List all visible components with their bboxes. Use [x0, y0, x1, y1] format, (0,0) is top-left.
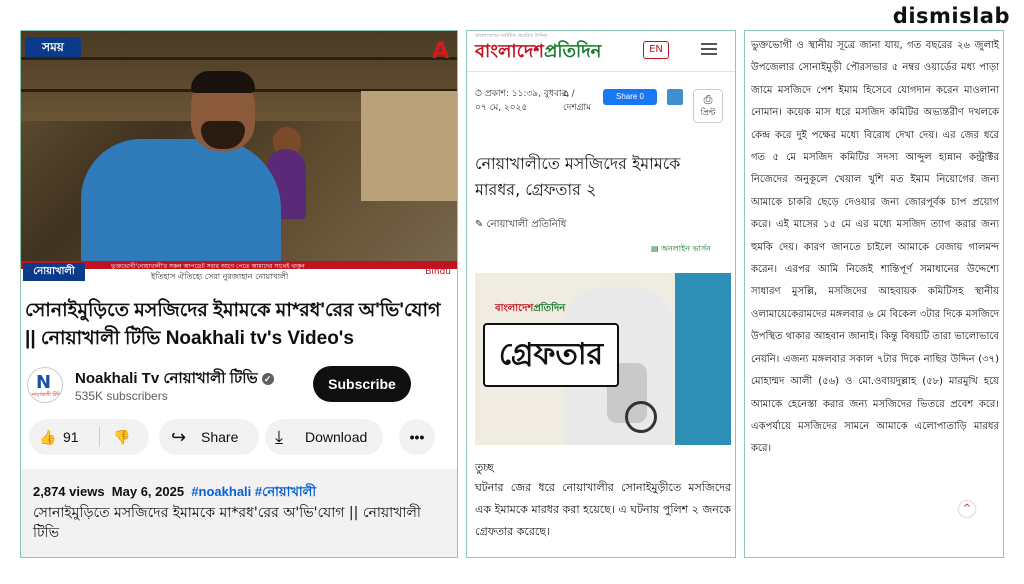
- download-button[interactable]: ⤓ Download: [265, 419, 383, 455]
- channel-avatar[interactable]: N নোয়াখালী টিভি: [27, 367, 63, 403]
- ticker-tag: নোয়াখালী টিভি: [23, 263, 85, 287]
- hamburger-menu-icon[interactable]: [701, 43, 717, 55]
- hashtags[interactable]: #noakhali #নোয়াখালী: [191, 484, 316, 499]
- video-description-box[interactable]: 2,874 views May 6, 2025 #noakhali #নোয়া…: [21, 469, 457, 557]
- ticker-line-2: ইতিহাস ঐতিহ্যে সেরা নুরজাহান নোয়াখালী: [151, 272, 289, 281]
- language-toggle-button[interactable]: EN: [643, 41, 669, 59]
- image-wordmark-green: প্রতিদিন: [533, 303, 566, 314]
- article-author: ✎ নোয়াখালী প্রতিনিধি: [475, 219, 567, 230]
- like-count[interactable]: 91: [63, 419, 79, 455]
- scroll-up-icon[interactable]: ^: [959, 501, 975, 517]
- print-button[interactable]: ⎙ প্রিন্ট: [693, 89, 723, 123]
- tv-channel-logo: সময়: [25, 37, 81, 57]
- share-icon: ↪: [171, 427, 187, 447]
- image-wordmark: বাংলাদেশপ্রতিদিন: [495, 301, 565, 318]
- more-icon: •••: [409, 429, 425, 445]
- avatar-subtext: নোয়াখালী টিভি: [30, 392, 62, 398]
- description-text: সোনাইমুড়িতে মসজিদের ইমামকে মা*রধ'রের অ'…: [33, 505, 421, 541]
- view-count: 2,874 views: [33, 484, 105, 499]
- logo-word-red: বাংলাদেশ: [475, 41, 544, 62]
- news-article-panel: বাংলাদেশের সর্বাধিক প্রচারিত দৈনিক বাংলা…: [466, 30, 736, 558]
- article-body: ঘটনার জের ধরে নোয়াখালীর সোনাইমুড়ীতে মস…: [475, 481, 731, 538]
- like-divider: [99, 427, 100, 447]
- article-headline: নোয়াখালীতে মসজিদের ইমামকে মারধর, গ্রেফত…: [475, 154, 681, 199]
- article-section[interactable]: ⌂ / দেশগ্রাম: [563, 87, 603, 115]
- report-text-panel: ভুক্তভোগী ও স্থানীয় সূত্রে জানা যায়, গ…: [744, 30, 1004, 558]
- handcuffs-icon: [625, 401, 657, 433]
- share-button[interactable]: ↪ Share: [159, 419, 259, 455]
- like-icon[interactable]: 👍: [39, 419, 56, 455]
- print-label: প্রিন্ট: [700, 108, 716, 117]
- report-body-text: ভুক্তভোগী ও স্থানীয় সূত্রে জানা যায়, গ…: [751, 40, 999, 455]
- dismislab-logo: dismislab: [892, 4, 1010, 28]
- youtube-video-panel: সময় A ভুক্তভোগী'নোয়াখালী'র সকল আপডেট স…: [20, 30, 458, 558]
- subscriber-count: 535K subscribers: [75, 389, 168, 403]
- logo-word-green: প্রতিদিন: [543, 41, 602, 62]
- print-icon: ⎙: [703, 93, 713, 106]
- avatar-letter: N: [36, 372, 52, 393]
- online-version-label: ▤ অনলাইন ভার্সন: [651, 244, 711, 253]
- image-police-figure: [675, 273, 731, 445]
- share-label: Share: [201, 429, 239, 445]
- video-title: সোনাইমুড়িতে মসজিদের ইমামকে মা*রধ'রের অ'…: [25, 300, 441, 349]
- save-icon[interactable]: [667, 89, 683, 105]
- video-player[interactable]: সময় A ভুক্তভোগী'নোয়াখালী'র সকল আপডেট স…: [21, 31, 457, 287]
- download-label: Download: [305, 429, 368, 445]
- subscribe-button[interactable]: Subscribe: [313, 366, 411, 402]
- corner-logo: A: [431, 39, 449, 64]
- image-arrest-text: গ্রেফতার: [483, 323, 619, 387]
- channel-name[interactable]: Noakhali Tv নোয়াখালী টিভি: [75, 370, 258, 387]
- ticker-top-bar: ভুক্তভোগী'নোয়াখালী'র সকল আপডেট সবার আগে…: [21, 261, 457, 270]
- ticker-logo: Bindu: [425, 267, 451, 277]
- newspaper-logo[interactable]: বাংলাদেশপ্রতিদিন: [475, 37, 601, 68]
- more-actions-button[interactable]: •••: [399, 419, 435, 455]
- image-wordmark-red: বাংলাদেশ: [495, 303, 534, 314]
- facebook-share-button[interactable]: Share 0: [603, 89, 657, 105]
- article-image: বাংলাদেশপ্রতিদিন গ্রেফতার: [475, 273, 731, 445]
- like-dislike-group: 👍 91 👎: [29, 419, 149, 455]
- image-caption: তুচ্ছ: [475, 461, 494, 474]
- video-person-hair: [191, 71, 255, 93]
- upload-date: May 6, 2025: [111, 484, 185, 499]
- description-meta: 2,874 views May 6, 2025 #noakhali #নোয়া…: [33, 483, 316, 504]
- published-time: ⏱ প্রকাশ: ১১:৩৯, বুধবার, ০৭ মে, ২০২৫: [475, 89, 570, 113]
- download-icon: ⤓: [275, 427, 283, 447]
- video-background-boxes: [361, 91, 457, 201]
- verified-icon: ✓: [261, 373, 274, 385]
- dislike-icon[interactable]: 👎: [113, 419, 130, 455]
- video-background-rope: [21, 57, 457, 60]
- header-divider: [467, 71, 735, 72]
